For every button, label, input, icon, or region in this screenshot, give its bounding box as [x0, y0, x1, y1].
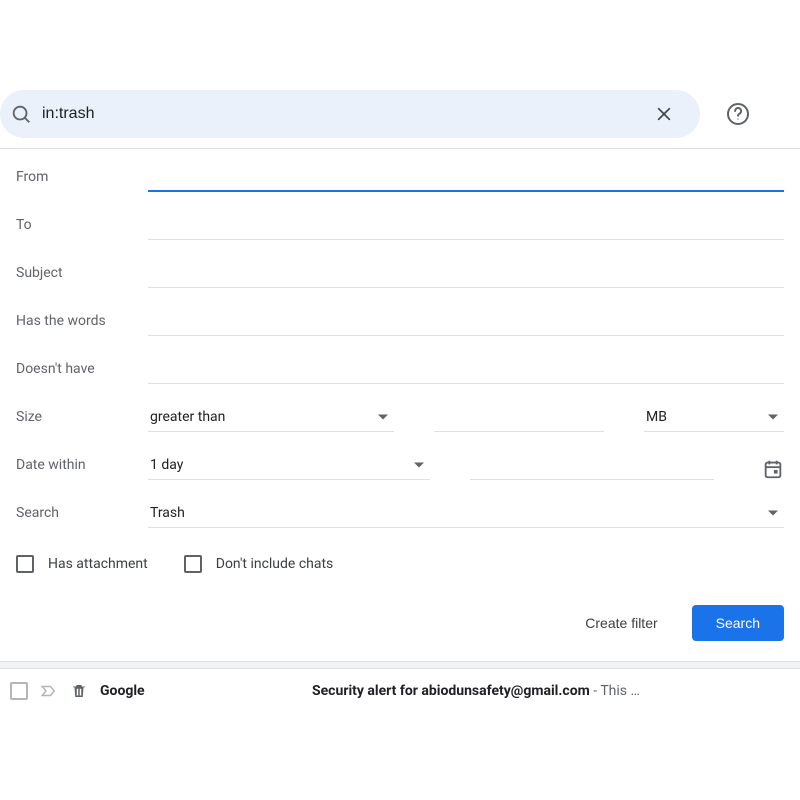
search-button[interactable]: Search: [692, 605, 784, 641]
has-words-input[interactable]: [148, 307, 784, 336]
label-search-in: Search: [16, 505, 148, 521]
mail-snippet-sep: -: [590, 683, 601, 699]
exclude-chats-label: Don't include chats: [216, 556, 334, 572]
date-range-select[interactable]: 1 day: [148, 451, 430, 480]
label-from: From: [16, 169, 148, 185]
important-marker-icon[interactable]: [40, 682, 58, 700]
size-unit-value: MB: [646, 409, 667, 425]
checkbox-icon: [16, 555, 34, 573]
search-bar[interactable]: [0, 90, 700, 138]
label-size: Size: [16, 409, 148, 425]
caret-down-icon: [768, 415, 778, 420]
row-size: Size greater than MB: [0, 393, 800, 441]
search-icon: [10, 103, 32, 125]
mail-subject: Security alert for abiodunsafety@gmail.c…: [312, 683, 590, 699]
label-doesnt-have: Doesn't have: [16, 361, 148, 377]
label-date-within: Date within: [16, 457, 148, 473]
row-from: From: [0, 153, 800, 201]
size-operator-value: greater than: [150, 409, 225, 425]
help-icon: [726, 102, 750, 126]
advanced-search-panel: From To Subject Has the words Doesn't ha…: [0, 149, 800, 661]
help-button[interactable]: [718, 94, 758, 134]
close-icon: [654, 104, 674, 124]
checkbox-row: Has attachment Don't include chats: [0, 537, 800, 581]
checkbox-icon: [184, 555, 202, 573]
mail-snippet: This …: [600, 683, 640, 699]
caret-down-icon: [768, 510, 778, 515]
row-doesnt-have: Doesn't have: [0, 345, 800, 393]
has-attachment-label: Has attachment: [48, 556, 148, 572]
row-to: To: [0, 201, 800, 249]
row-has-words: Has the words: [0, 297, 800, 345]
caret-down-icon: [414, 463, 424, 468]
search-location-value: Trash: [150, 505, 185, 521]
doesnt-have-input[interactable]: [148, 355, 784, 384]
row-search-in: Search Trash: [0, 489, 800, 537]
mail-subject-line: Security alert for abiodunsafety@gmail.c…: [312, 683, 640, 699]
date-input[interactable]: [470, 450, 714, 480]
mail-row[interactable]: Google Security alert for abiodunsafety@…: [0, 669, 800, 713]
label-subject: Subject: [16, 265, 148, 281]
exclude-chats-checkbox[interactable]: Don't include chats: [184, 555, 334, 573]
row-subject: Subject: [0, 249, 800, 297]
actions-row: Create filter Search: [0, 581, 800, 661]
search-location-select[interactable]: Trash: [148, 499, 784, 528]
size-operator-select[interactable]: greater than: [148, 403, 394, 432]
size-unit-select[interactable]: MB: [644, 403, 784, 432]
from-input[interactable]: [148, 162, 784, 192]
date-range-value: 1 day: [150, 457, 183, 473]
to-input[interactable]: [148, 211, 784, 240]
label-to: To: [16, 217, 148, 233]
calendar-icon[interactable]: [762, 458, 784, 480]
has-attachment-checkbox[interactable]: Has attachment: [16, 555, 148, 573]
topbar: [0, 0, 800, 138]
row-date-within: Date within 1 day: [0, 441, 800, 489]
subject-input[interactable]: [148, 259, 784, 288]
caret-down-icon: [378, 415, 388, 420]
select-mail-checkbox[interactable]: [10, 682, 28, 700]
trash-icon: [70, 682, 88, 700]
panel-bottom-divider: [0, 661, 800, 669]
label-has-words: Has the words: [16, 313, 148, 329]
size-value-input[interactable]: [434, 402, 604, 432]
create-filter-button[interactable]: Create filter: [575, 607, 667, 639]
clear-search-button[interactable]: [646, 96, 682, 132]
mail-sender: Google: [100, 683, 300, 699]
search-input[interactable]: [42, 105, 646, 123]
